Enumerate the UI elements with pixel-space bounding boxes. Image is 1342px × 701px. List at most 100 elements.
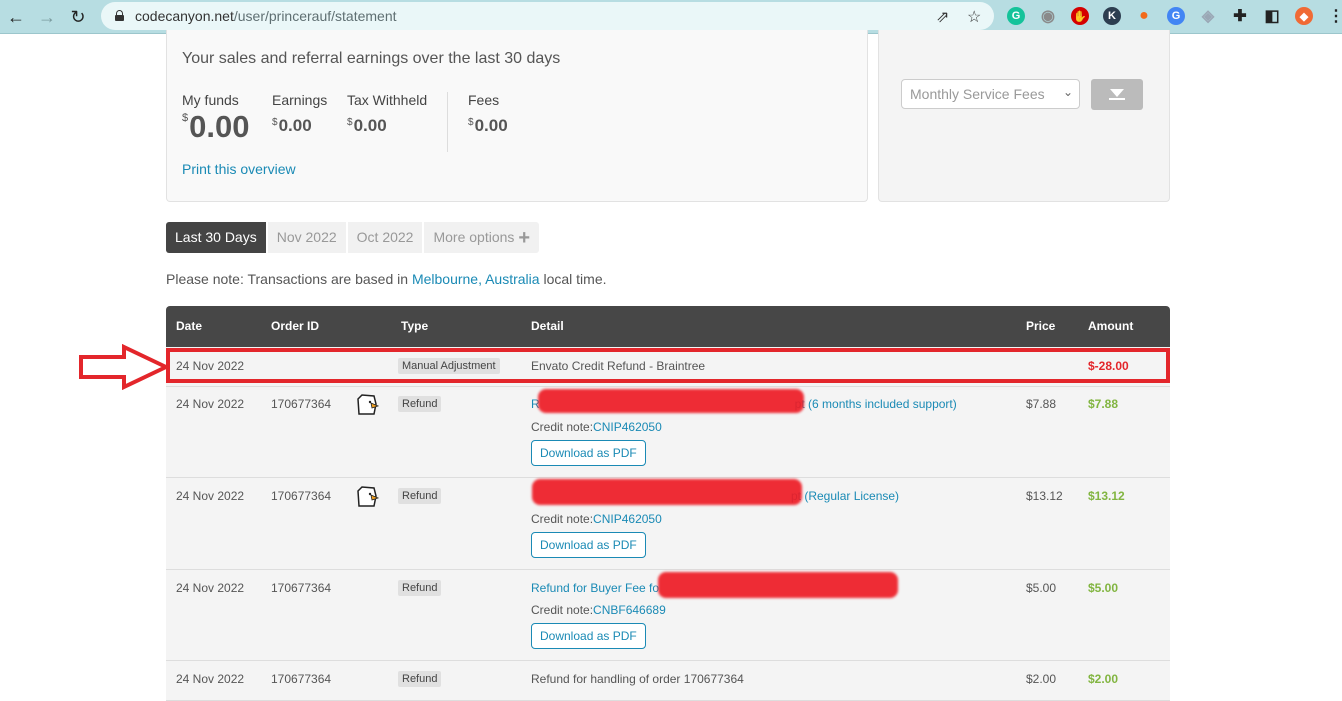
timezone-location-link[interactable]: Melbourne, Australia <box>412 271 540 287</box>
stat-label: My funds <box>182 92 239 108</box>
cell-price: $13.12 <box>1026 489 1063 503</box>
acorn-extension-icon[interactable]: ● <box>1135 7 1153 25</box>
header-date: Date <box>176 319 203 333</box>
header-detail: Detail <box>531 319 564 333</box>
address-bar[interactable]: codecanyon.net/user/princerauf/statement… <box>101 2 994 30</box>
stat-label: Earnings <box>272 92 328 108</box>
buyer-avatar <box>357 394 380 415</box>
credit-note-link[interactable]: CNIP462050 <box>593 512 662 526</box>
cell-amount: $-28.00 <box>1088 359 1129 373</box>
cell-price: $7.88 <box>1026 397 1057 411</box>
url-text[interactable]: codecanyon.net/user/princerauf/statement <box>135 8 397 24</box>
buyer-avatar <box>357 486 380 507</box>
cell-detail-link[interactable]: Refund for Buyer Fee fo <box>531 581 659 595</box>
timezone-note: Please note: Transactions are based in M… <box>166 271 607 287</box>
download-button[interactable] <box>1091 79 1143 110</box>
lock-icon <box>115 10 124 21</box>
table-header: Date Order ID Type Detail Price Amount <box>166 306 1170 347</box>
tab-nov-2022[interactable]: Nov 2022 <box>267 222 346 253</box>
cell-order-id: 170677364 <box>271 672 332 686</box>
cell-order-id: 170677364 <box>271 581 332 595</box>
tab-label: More options <box>433 229 515 245</box>
cell-detail: Envato Credit Refund - Braintree <box>531 359 706 373</box>
table-row: 24 Nov 2022 170677364 Refund Refund for … <box>166 661 1170 701</box>
type-badge: Refund <box>398 396 442 412</box>
puzzle-extensions-icon[interactable]: ✚ <box>1231 7 1249 25</box>
cell-amount: $2.00 <box>1088 672 1119 686</box>
cell-date: 24 Nov 2022 <box>176 672 245 686</box>
type-badge: Manual Adjustment <box>398 358 500 374</box>
tab-oct-2022[interactable]: Oct 2022 <box>347 222 423 253</box>
header-price: Price <box>1026 319 1056 333</box>
cell-order-id: 170677364 <box>271 397 332 411</box>
annotation-arrow-icon <box>79 344 170 390</box>
cell-date: 24 Nov 2022 <box>176 489 245 503</box>
stat-value: $0.00 <box>272 116 312 135</box>
select-value: Monthly Service Fees <box>910 86 1045 102</box>
tab-more-options[interactable]: More options + <box>424 222 539 253</box>
stat-fees: Fees $0.00 <box>468 92 508 136</box>
arrow-right-icon[interactable]: → <box>35 5 59 29</box>
redaction-mark <box>658 572 898 598</box>
star-icon[interactable]: ☆ <box>967 7 981 27</box>
cell-order-id: 170677364 <box>271 489 332 503</box>
stat-my-funds: My funds $0.00 <box>182 92 249 145</box>
credit-note-link[interactable]: CNIP462050 <box>593 420 662 434</box>
type-badge: Refund <box>398 671 442 687</box>
kebab-menu-icon[interactable]: ⋮ <box>1327 7 1342 25</box>
print-overview-link[interactable]: Print this overview <box>182 161 296 177</box>
browser-toolbar: ← → ↻ codecanyon.net/user/princerauf/sta… <box>0 0 1342 34</box>
translate-extension-icon[interactable]: G <box>1167 7 1185 25</box>
stat-divider <box>447 92 448 152</box>
grammarly-extension-icon[interactable]: G <box>1007 7 1025 25</box>
download-pdf-button[interactable]: Download as PDF <box>531 532 646 558</box>
statement-type-select[interactable]: Monthly Service Fees ⌄ <box>901 79 1080 109</box>
credit-note: Credit note:CNBF646689 <box>531 603 666 617</box>
overview-title: Your sales and referral earnings over th… <box>182 50 561 67</box>
credit-note: Credit note:CNIP462050 <box>531 420 662 434</box>
redaction-mark <box>532 479 802 505</box>
cell-price: $5.00 <box>1026 581 1057 595</box>
statement-download-panel: Monthly Service Fees ⌄ <box>878 30 1170 202</box>
cell-detail: Refund for handling of order 170677364 <box>531 672 744 686</box>
stat-value: $0.00 <box>468 116 508 135</box>
reload-icon[interactable]: ↻ <box>66 5 90 29</box>
table-row: 24 Nov 2022 Manual Adjustment Envato Cre… <box>166 347 1170 387</box>
profile-avatar-icon[interactable]: ◆ <box>1295 7 1313 25</box>
url-host: codecanyon.net <box>135 8 234 24</box>
cell-date: 24 Nov 2022 <box>176 397 245 411</box>
cell-price: $2.00 <box>1026 672 1057 686</box>
cell-date: 24 Nov 2022 <box>176 359 245 373</box>
download-pdf-button[interactable]: Download as PDF <box>531 623 646 649</box>
camera-extension-icon[interactable]: ◉ <box>1039 7 1057 25</box>
k-extension-icon[interactable]: K <box>1103 7 1121 25</box>
url-path: /user/princerauf/statement <box>233 8 397 24</box>
credit-note-link[interactable]: CNBF646689 <box>593 603 666 617</box>
cell-date: 24 Nov 2022 <box>176 581 245 595</box>
stat-label: Tax Withheld <box>347 92 428 108</box>
share-icon[interactable]: ⇗ <box>936 7 949 27</box>
arrow-left-icon[interactable]: ← <box>4 5 28 29</box>
credit-note: Credit note:CNIP462050 <box>531 512 662 526</box>
period-tabs: Last 30 Days Nov 2022 Oct 2022 More opti… <box>166 222 539 253</box>
sidepanel-icon[interactable]: ◧ <box>1263 7 1281 25</box>
shield-extension-icon[interactable]: ◈ <box>1199 7 1217 25</box>
cell-amount: $13.12 <box>1088 489 1125 503</box>
redaction-mark <box>538 389 804 413</box>
header-order-id: Order ID <box>271 319 320 333</box>
type-badge: Refund <box>398 488 442 504</box>
stat-tax-withheld: Tax Withheld $0.00 <box>347 92 427 136</box>
cell-amount: $7.88 <box>1088 397 1119 411</box>
adblock-extension-icon[interactable]: ✋ <box>1071 7 1089 25</box>
transactions-table: Date Order ID Type Detail Price Amount 2… <box>166 306 1170 701</box>
table-row: 24 Nov 2022 170677364 Refund pt (Regular… <box>166 478 1170 570</box>
stat-value: $0.00 <box>182 109 250 144</box>
earnings-overview-panel: Your sales and referral earnings over th… <box>166 30 868 202</box>
stat-earnings: Earnings $0.00 <box>272 92 327 136</box>
download-pdf-button[interactable]: Download as PDF <box>531 440 646 466</box>
download-icon <box>1110 89 1124 97</box>
cell-amount: $5.00 <box>1088 581 1119 595</box>
table-row: 24 Nov 2022 170677364 Refund Refund for … <box>166 570 1170 661</box>
tab-last-30-days[interactable]: Last 30 Days <box>166 222 266 253</box>
type-badge: Refund <box>398 580 442 596</box>
